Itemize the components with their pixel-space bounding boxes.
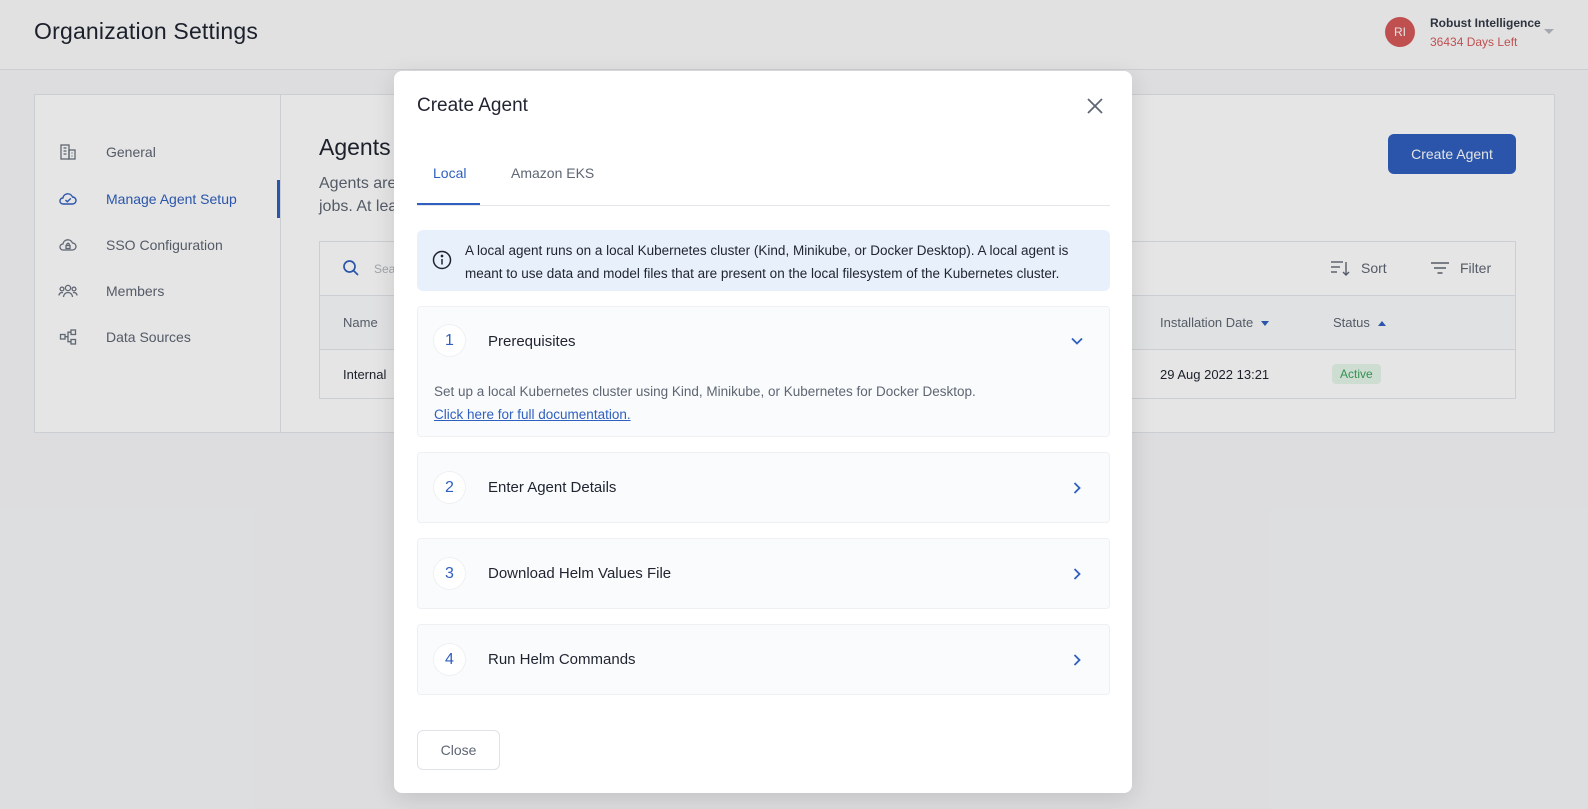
chevron-right-icon[interactable] [1070, 567, 1084, 581]
info-icon [432, 250, 452, 275]
close-button[interactable]: Close [417, 730, 500, 770]
step-number: 4 [434, 644, 465, 675]
step-title: Download Helm Values File [488, 565, 672, 582]
step-enter-agent-details[interactable]: 2 Enter Agent Details [417, 452, 1110, 523]
info-text: A local agent runs on a local Kubernetes… [465, 243, 1069, 281]
documentation-link[interactable]: Click here for full documentation. [434, 403, 1094, 426]
tabs-divider [417, 205, 1110, 206]
step-prerequisites[interactable]: 1 Prerequisites Set up a local Kubernete… [417, 306, 1110, 437]
step-number: 3 [434, 558, 465, 589]
step-description: Set up a local Kubernetes cluster using … [434, 384, 976, 399]
step-title: Prerequisites [488, 333, 576, 350]
tab-local[interactable]: Local [433, 165, 466, 181]
chevron-right-icon[interactable] [1070, 653, 1084, 667]
step-run-helm-commands[interactable]: 4 Run Helm Commands [417, 624, 1110, 695]
tab-amazon-eks[interactable]: Amazon EKS [511, 165, 594, 181]
step-title: Enter Agent Details [488, 479, 617, 496]
step-number: 1 [434, 325, 465, 356]
step-title: Run Helm Commands [488, 651, 636, 668]
step-body: Set up a local Kubernetes cluster using … [434, 380, 1094, 426]
step-number: 2 [434, 472, 465, 503]
chevron-right-icon[interactable] [1070, 481, 1084, 495]
modal-title: Create Agent [417, 95, 528, 116]
info-banner: A local agent runs on a local Kubernetes… [417, 230, 1110, 291]
create-agent-modal: Create Agent Local Amazon EKS A local ag… [394, 71, 1132, 793]
close-icon[interactable] [1086, 97, 1104, 115]
chevron-down-icon[interactable] [1070, 334, 1084, 348]
step-download-helm-values[interactable]: 3 Download Helm Values File [417, 538, 1110, 609]
